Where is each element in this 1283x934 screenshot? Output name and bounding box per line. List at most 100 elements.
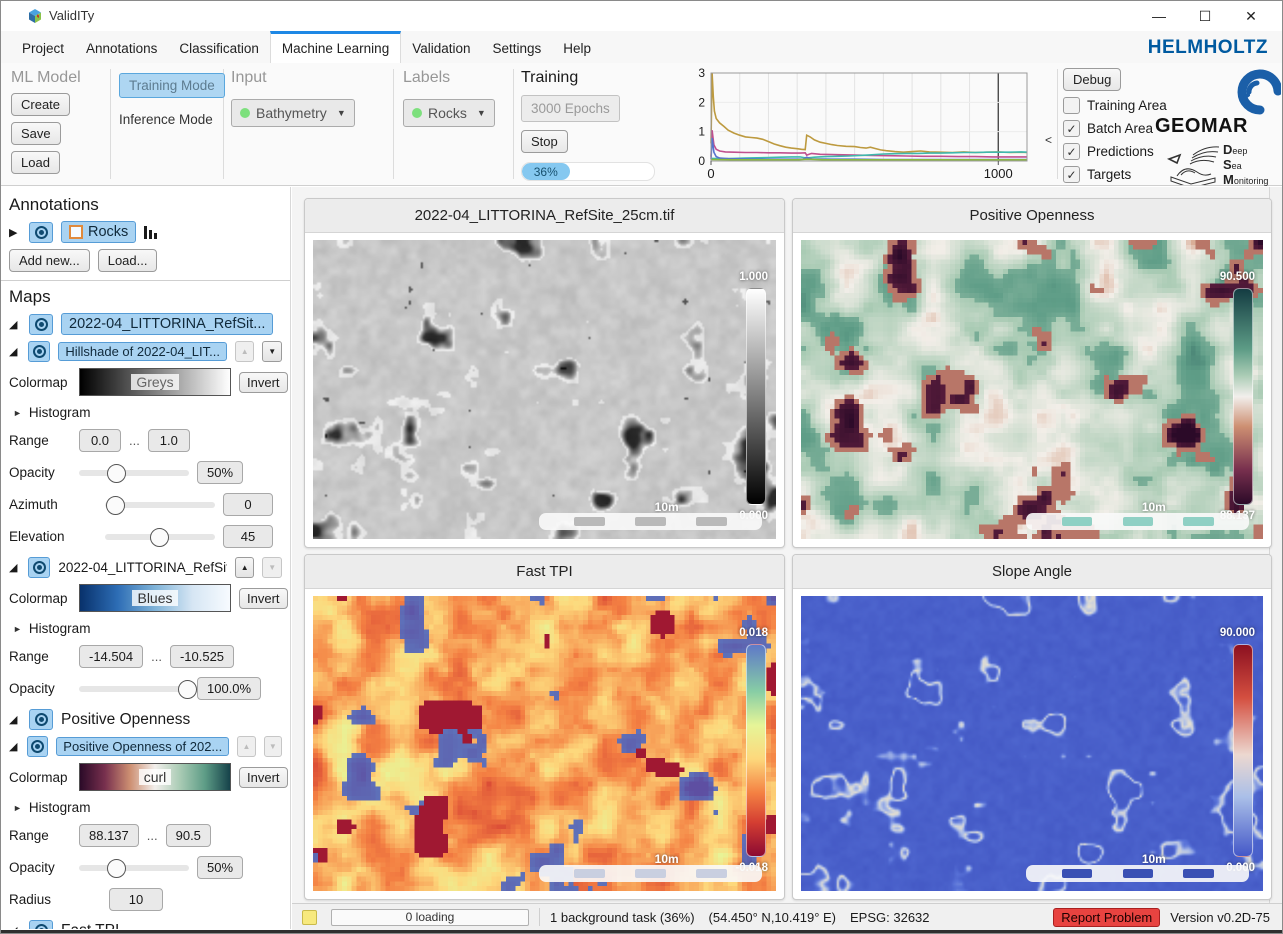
menu-annotations[interactable]: Annotations xyxy=(75,31,168,63)
range-max-field[interactable]: 1.0 xyxy=(148,429,190,452)
expand-annotations-arrow[interactable]: ▶ xyxy=(9,226,21,239)
save-model-button[interactable]: Save xyxy=(11,122,61,145)
svg-text:1000: 1000 xyxy=(984,166,1013,181)
radius-field[interactable]: 10 xyxy=(109,888,163,911)
stop-button[interactable]: Stop xyxy=(521,130,568,153)
elevation-slider[interactable] xyxy=(105,534,215,540)
range-min-field[interactable]: -14.504 xyxy=(79,645,143,668)
map-view-tpi: Fast TPI 0.018 -0.018 10m xyxy=(304,554,785,900)
inference-mode-button[interactable]: Inference Mode xyxy=(119,112,225,127)
opacity-value[interactable]: 50% xyxy=(197,856,243,879)
load-model-button[interactable]: Load xyxy=(11,151,60,174)
dsm-words: Deep Sea Monitoring xyxy=(1223,143,1268,188)
training-progress-bar: 36% xyxy=(521,162,655,181)
ml-model-title: ML Model xyxy=(11,69,81,87)
background-task-status: 1 background task (36%) xyxy=(550,910,695,925)
predictions-checkbox[interactable]: ✓ xyxy=(1063,143,1080,160)
azimuth-slider[interactable] xyxy=(105,502,215,508)
map-canvas-tpi[interactable] xyxy=(313,596,776,891)
create-model-button[interactable]: Create xyxy=(11,93,70,116)
add-annotation-button[interactable]: Add new... xyxy=(9,249,90,272)
bathy-visibility-toggle[interactable] xyxy=(28,557,50,578)
collapse-group-arrow[interactable]: ◢ xyxy=(9,713,21,726)
group-fast-tpi[interactable]: Fast TPI xyxy=(61,922,119,930)
histogram-icon[interactable] xyxy=(144,225,157,239)
move-layer-up-button[interactable]: ▲ xyxy=(235,557,255,578)
invert-colormap-button[interactable]: Invert xyxy=(239,767,288,788)
labels-dropdown[interactable]: Rocks ▼ xyxy=(403,99,495,127)
opacity-slider[interactable] xyxy=(79,470,189,476)
range-max-field[interactable]: -10.525 xyxy=(170,645,234,668)
collapse-group-arrow[interactable]: ◢ xyxy=(9,924,21,929)
move-layer-down-button[interactable]: ▼ xyxy=(262,341,282,362)
menu-help[interactable]: Help xyxy=(552,31,602,63)
openness-visibility-toggle[interactable] xyxy=(27,736,48,757)
close-button[interactable]: ✕ xyxy=(1228,1,1274,31)
hillshade-visibility-toggle[interactable] xyxy=(28,341,50,362)
training-area-checkbox[interactable]: ✓ xyxy=(1063,97,1080,114)
load-annotation-button[interactable]: Load... xyxy=(98,249,158,272)
move-layer-down-button[interactable]: ▼ xyxy=(262,557,282,578)
colormap-selector-curl[interactable]: curl xyxy=(79,763,231,791)
range-max-field[interactable]: 90.5 xyxy=(166,824,211,847)
mode-section: Training Mode Inference Mode xyxy=(119,73,225,127)
range-min-field[interactable]: 88.137 xyxy=(79,824,139,847)
tpi-group-visibility-toggle[interactable] xyxy=(29,920,53,929)
group-positive-openness[interactable]: Positive Openness xyxy=(61,711,190,729)
helmholtz-logo: HELMHOLTZ xyxy=(1148,37,1268,59)
annotation-layer-rocks[interactable]: Rocks xyxy=(61,221,136,243)
checkbox-row: ✓ Predictions xyxy=(1063,143,1167,160)
collapse-chart-arrow[interactable]: < xyxy=(1045,133,1052,147)
histogram-expand-arrow[interactable]: ► xyxy=(13,408,22,418)
epsg-code: EPSG: 32632 xyxy=(850,910,930,925)
labels-title: Labels xyxy=(403,69,495,87)
debug-button[interactable]: Debug xyxy=(1063,68,1121,91)
opacity-slider[interactable] xyxy=(79,686,189,692)
map-canvas-openness[interactable] xyxy=(801,240,1263,539)
colormap-selector-blues[interactable]: Blues xyxy=(79,584,231,612)
colormap-selector-greys[interactable]: Greys xyxy=(79,368,231,396)
collapse-layer-arrow[interactable]: ◢ xyxy=(9,345,20,358)
menu-project[interactable]: Project xyxy=(11,31,75,63)
move-layer-up-button[interactable]: ▲ xyxy=(235,341,255,362)
dsm-sketch-icon xyxy=(1165,143,1221,185)
collapse-layer-arrow[interactable]: ◢ xyxy=(9,561,20,574)
rocks-visibility-toggle[interactable] xyxy=(29,222,53,243)
collapse-layer-arrow[interactable]: ◢ xyxy=(9,318,21,331)
map-canvas-hillshade[interactable] xyxy=(313,240,776,539)
openness-group-visibility-toggle[interactable] xyxy=(29,709,53,730)
layer-positive-openness[interactable]: Positive Openness of 202... xyxy=(56,737,229,756)
elevation-value[interactable]: 45 xyxy=(223,525,273,548)
training-title: Training xyxy=(521,69,655,87)
report-problem-button[interactable]: Report Problem xyxy=(1053,908,1160,927)
geomar-wordmark: GEOMAR xyxy=(1155,115,1248,138)
histogram-expand-arrow[interactable]: ► xyxy=(13,624,22,634)
layer-hillshade[interactable]: Hillshade of 2022-04_LIT... xyxy=(58,342,227,361)
opacity-slider[interactable] xyxy=(79,865,189,871)
maximize-button[interactable]: ☐ xyxy=(1182,1,1228,31)
layer-bathymetry[interactable]: 2022-04_LITTORINA_RefSit... xyxy=(58,560,227,575)
invert-colormap-button[interactable]: Invert xyxy=(239,372,288,393)
layer-map1[interactable]: 2022-04_LITTORINA_RefSit... xyxy=(61,313,273,335)
azimuth-value[interactable]: 0 xyxy=(223,493,273,516)
menu-classification[interactable]: Classification xyxy=(168,31,270,63)
menu-validation[interactable]: Validation xyxy=(401,31,481,63)
move-layer-down-button[interactable]: ▼ xyxy=(264,736,282,757)
range-min-field[interactable]: 0.0 xyxy=(79,429,121,452)
map1-visibility-toggle[interactable] xyxy=(29,314,53,335)
minimize-button[interactable]: — xyxy=(1136,1,1182,31)
input-dropdown[interactable]: Bathymetry ▼ xyxy=(231,99,355,127)
training-mode-button[interactable]: Training Mode xyxy=(119,73,225,98)
map-canvas-slope[interactable] xyxy=(801,596,1263,891)
menu-settings[interactable]: Settings xyxy=(482,31,553,63)
colorbar xyxy=(746,288,766,505)
opacity-value[interactable]: 50% xyxy=(197,461,243,484)
collapse-layer-arrow[interactable]: ◢ xyxy=(9,740,19,753)
targets-checkbox[interactable]: ✓ xyxy=(1063,166,1080,183)
move-layer-up-button[interactable]: ▲ xyxy=(237,736,255,757)
histogram-expand-arrow[interactable]: ► xyxy=(13,803,22,813)
invert-colormap-button[interactable]: Invert xyxy=(239,588,288,609)
batch-area-checkbox[interactable]: ✓ xyxy=(1063,120,1080,137)
opacity-value[interactable]: 100.0% xyxy=(197,677,261,700)
menu-machine-learning[interactable]: Machine Learning xyxy=(270,31,401,63)
